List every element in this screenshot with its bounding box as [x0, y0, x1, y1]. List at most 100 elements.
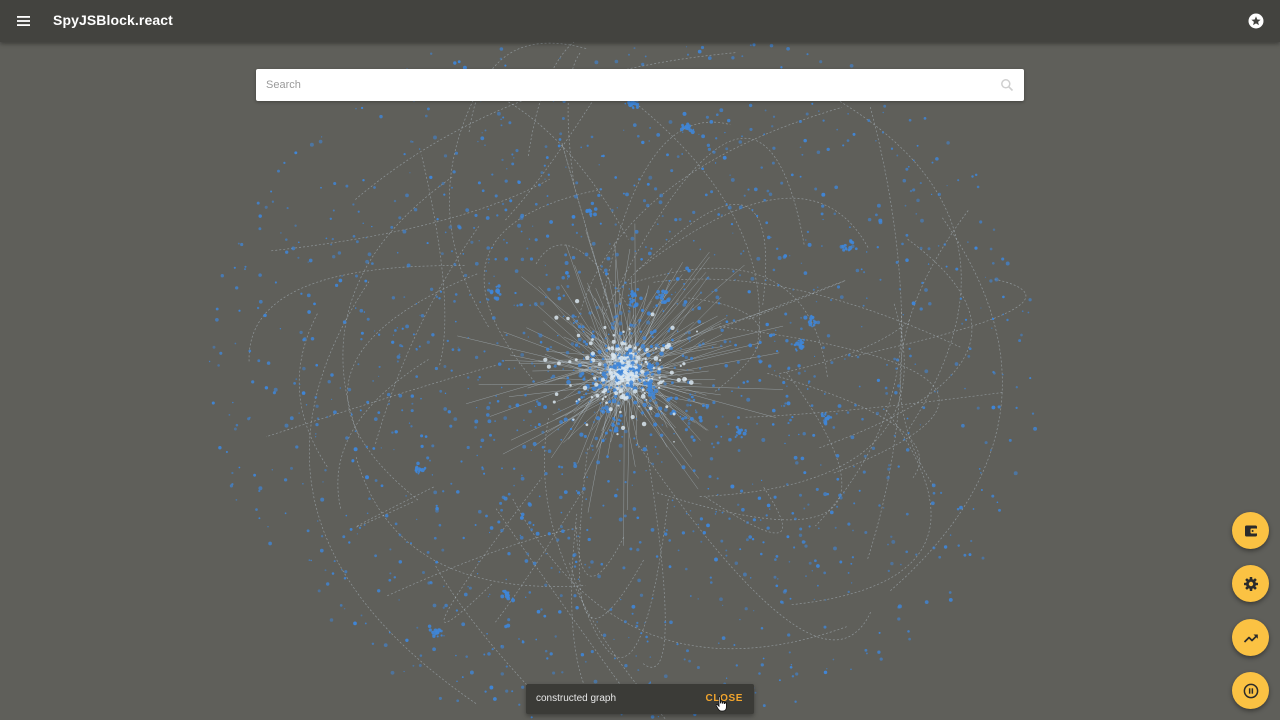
graph-node	[396, 355, 401, 359]
graph-node	[740, 489, 744, 493]
graph-node	[729, 174, 731, 176]
graph-node	[810, 404, 814, 407]
graph-node	[621, 393, 625, 397]
graph-node	[698, 415, 703, 420]
graph-node	[997, 405, 1001, 409]
graph-node	[838, 493, 842, 498]
graph-node	[715, 113, 719, 117]
search-icon[interactable]	[1000, 78, 1014, 92]
graph-node	[451, 186, 453, 189]
graph-node	[656, 290, 660, 294]
graph-node	[248, 349, 252, 353]
graph-node	[697, 523, 700, 526]
graph-node	[491, 173, 494, 176]
graph-node	[609, 243, 611, 245]
graph-node	[316, 520, 319, 522]
graph-node	[536, 609, 541, 614]
graph-node	[410, 542, 412, 545]
graph-node	[525, 596, 527, 598]
graph-node	[295, 445, 299, 449]
graph-edge	[641, 445, 666, 668]
graph-node	[753, 610, 755, 612]
graph-node	[396, 327, 399, 329]
graph-node	[585, 342, 589, 346]
graph-node	[770, 236, 772, 239]
graph-node	[681, 354, 685, 358]
graph-edge	[375, 226, 480, 444]
graph-node	[1005, 261, 1010, 266]
graph-node	[443, 154, 448, 158]
graph-node	[530, 424, 532, 427]
trending-button[interactable]	[1232, 619, 1269, 656]
graph-node	[438, 628, 441, 631]
graph-node	[764, 109, 767, 112]
graph-node	[442, 490, 445, 493]
graph-node	[572, 321, 575, 325]
graph-node	[546, 347, 550, 351]
graph-node	[231, 401, 234, 404]
graph-node	[801, 153, 804, 156]
wallet-button[interactable]	[1232, 512, 1269, 549]
graph-node	[937, 245, 940, 247]
graph-node	[302, 483, 304, 485]
graph-node	[613, 638, 615, 641]
graph-node	[355, 307, 357, 309]
menu-button[interactable]	[12, 9, 36, 33]
graph-node	[502, 116, 505, 119]
graph-node	[426, 242, 429, 245]
dependency-graph-canvas[interactable]	[0, 42, 1280, 720]
graph-node	[734, 343, 737, 347]
settings-button[interactable]	[1232, 565, 1269, 602]
graph-node	[789, 321, 792, 324]
graph-node	[360, 338, 363, 341]
graph-node	[692, 398, 696, 402]
graph-node	[438, 185, 441, 188]
graph-node	[550, 566, 553, 570]
graph-node	[791, 675, 795, 678]
graph-node	[850, 582, 853, 584]
favorite-button[interactable]	[1246, 11, 1266, 31]
graph-node	[600, 562, 604, 566]
graph-node	[609, 367, 612, 370]
graph-node	[569, 384, 572, 387]
graph-node	[633, 357, 636, 360]
graph-node	[760, 626, 764, 630]
graph-node	[806, 388, 809, 390]
graph-node	[628, 303, 632, 307]
graph-node	[614, 304, 619, 308]
graph-node	[621, 435, 624, 438]
graph-node	[878, 631, 881, 634]
graph-node	[649, 127, 651, 129]
graph-node	[688, 380, 694, 385]
graph-node	[557, 144, 561, 148]
graph-node	[615, 252, 619, 257]
graph-node	[271, 200, 275, 203]
graph-node	[718, 642, 720, 644]
graph-node	[866, 297, 868, 299]
graph-node	[641, 62, 645, 67]
graph-node	[742, 572, 747, 577]
graph-node	[905, 550, 909, 554]
graph-node	[753, 187, 758, 192]
graph-node	[775, 349, 779, 353]
graph-node	[624, 365, 629, 370]
graph-node	[251, 380, 255, 384]
graph-node	[506, 596, 511, 601]
graph-node	[648, 175, 653, 180]
graph-node	[480, 438, 485, 443]
graph-node	[342, 535, 346, 539]
graph-node	[452, 170, 456, 174]
graph-node	[584, 563, 587, 566]
search-input[interactable]	[256, 69, 986, 101]
graph-node	[597, 349, 602, 354]
graph-node	[499, 501, 503, 505]
graph-node	[616, 375, 622, 380]
graph-node	[557, 408, 560, 411]
graph-node	[765, 514, 768, 517]
graph-node	[794, 517, 797, 521]
pause-button[interactable]	[1232, 672, 1269, 709]
graph-node	[518, 703, 521, 706]
graph-node	[489, 433, 492, 437]
graph-node	[762, 657, 765, 660]
graph-node	[418, 148, 421, 150]
